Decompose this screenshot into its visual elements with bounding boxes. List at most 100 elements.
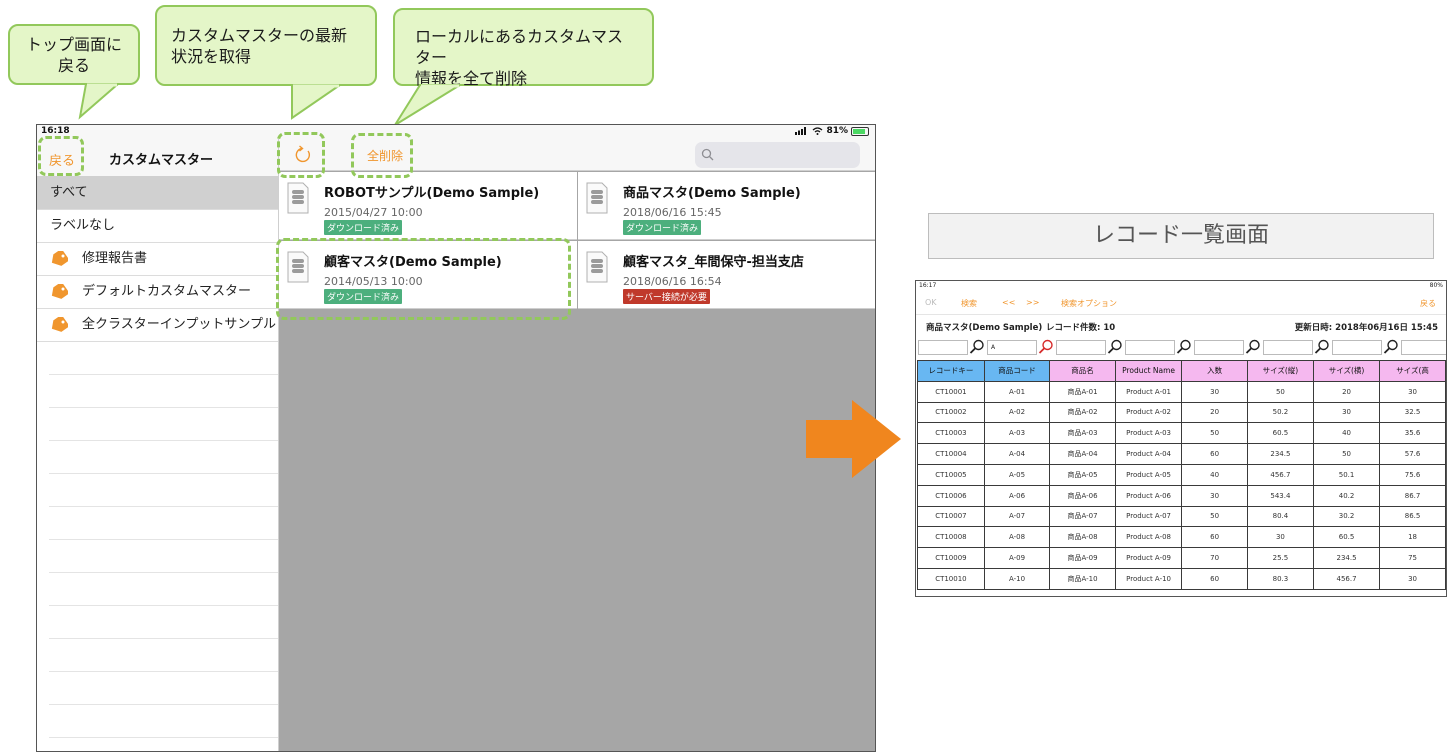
table-row[interactable]: CT10001 A-01 商品A-01 Product A-01 30 50 20 30 <box>917 380 1446 403</box>
table-row[interactable]: CT10002 A-02 商品A-02 Product A-02 20 50.2 30 32.… <box>917 401 1446 424</box>
table-cell: 80.3 <box>1246 567 1314 590</box>
empty-row <box>49 507 278 540</box>
empty-row <box>49 375 278 408</box>
search-button[interactable]: 検索 <box>961 298 977 309</box>
filter-cell <box>918 338 987 358</box>
search-icon[interactable] <box>1176 339 1192 355</box>
table-cell: CT10004 <box>917 443 985 465</box>
table-cell: 30 <box>1312 401 1381 424</box>
filter-input[interactable] <box>1332 340 1382 355</box>
table-cell: 80.4 <box>1246 505 1314 528</box>
table-cell: 50.2 <box>1246 401 1314 424</box>
callout-refresh-tail <box>291 84 344 120</box>
master-card[interactable]: ROBOTサンプル(Demo Sample) 2015/04/27 10:00 … <box>279 172 577 240</box>
empty-row <box>49 705 278 738</box>
table-cell: 86.5 <box>1379 505 1446 528</box>
column-header[interactable]: 商品コード <box>983 360 1051 382</box>
table-row[interactable]: CT10009 A-09 商品A-09 Product A-09 70 25.5 234.5… <box>917 547 1446 569</box>
search-options-button[interactable]: 検索オプション <box>1061 298 1117 309</box>
search-icon[interactable] <box>969 339 985 355</box>
search-icon[interactable] <box>1314 339 1330 355</box>
callout-back: トップ画面に 戻る <box>8 24 140 85</box>
sidebar-item-all[interactable]: すべて <box>37 177 278 210</box>
sidebar-item-unlabeled[interactable]: ラベルなし <box>37 210 278 243</box>
table-cell: 60 <box>1181 567 1248 590</box>
filter-cell <box>1125 338 1194 358</box>
search-icon[interactable] <box>1038 339 1054 355</box>
column-header[interactable]: Product Name <box>1114 360 1183 382</box>
search-icon[interactable] <box>1245 339 1261 355</box>
table-cell: A-02 <box>983 401 1051 424</box>
filter-input[interactable]: A <box>987 340 1037 355</box>
status-badge: ダウンロード済み <box>623 220 702 235</box>
column-header[interactable]: サイズ(横) <box>1312 360 1381 382</box>
filter-input[interactable] <box>1263 340 1313 355</box>
table-cell: 50 <box>1312 443 1381 465</box>
table-cell: 50 <box>1246 380 1314 403</box>
table-cell: 30 <box>1181 484 1248 507</box>
table-cell: 30 <box>1181 380 1248 403</box>
prev-button[interactable]: << <box>1002 298 1015 307</box>
next-button[interactable]: >> <box>1026 298 1039 307</box>
table-cell: 商品A-10 <box>1049 567 1116 590</box>
table-row[interactable]: CT10003 A-03 商品A-03 Product A-03 50 60.5 40 35.… <box>917 422 1446 445</box>
sidebar-item-default-master[interactable]: デフォルトカスタムマスター <box>37 276 278 309</box>
table-row[interactable]: CT10008 A-08 商品A-08 Product A-08 60 30 60.5 18 <box>917 526 1446 549</box>
table-cell: Product A-03 <box>1114 422 1183 445</box>
sidebar-item-cluster-sample[interactable]: 全クラスターインプットサンプル <box>37 309 278 342</box>
table-cell: 商品A-07 <box>1049 505 1116 528</box>
sidebar-item-repair-report[interactable]: 修理報告書 <box>37 243 278 276</box>
master-card[interactable]: 顧客マスタ_年間保守-担当支店 2018/06/16 16:54 サーバー接続が… <box>578 241 875 309</box>
table-row[interactable]: CT10005 A-05 商品A-05 Product A-05 40 456.7 50.1… <box>917 463 1446 486</box>
table-cell: 商品A-05 <box>1049 463 1116 486</box>
status-badge: サーバー接続が必要 <box>623 289 710 304</box>
column-header[interactable]: 入数 <box>1181 360 1248 382</box>
column-header[interactable]: サイズ(高 <box>1379 360 1446 382</box>
search-icon[interactable] <box>1383 339 1399 355</box>
filter-input[interactable] <box>918 340 968 355</box>
table-cell: 商品A-02 <box>1049 401 1116 424</box>
table-cell: Product A-10 <box>1114 567 1183 590</box>
filter-input[interactable] <box>1194 340 1244 355</box>
table-cell: 75 <box>1379 547 1446 569</box>
filter-input[interactable] <box>1056 340 1106 355</box>
filter-input[interactable] <box>1125 340 1175 355</box>
status-time: 16:17 <box>919 282 937 289</box>
table-cell: 40 <box>1312 422 1381 445</box>
tag-icon <box>51 284 68 299</box>
battery-percent: 80% <box>1429 282 1443 289</box>
table-row[interactable]: CT10004 A-04 商品A-04 Product A-04 60 234.5 50 57… <box>917 443 1446 465</box>
search-icon[interactable] <box>1107 339 1123 355</box>
ok-button[interactable]: OK <box>925 298 937 307</box>
record-info: 商品マスタ(Demo Sample) レコード件数: 10 更新日時: 2018… <box>916 315 1446 337</box>
status-bar: 16:18 81% <box>37 125 875 139</box>
table-cell: 商品A-03 <box>1049 422 1116 445</box>
master-card[interactable]: 商品マスタ(Demo Sample) 2018/06/16 15:45 ダウンロ… <box>578 172 875 240</box>
table-row[interactable]: CT10010 A-10 商品A-10 Product A-10 60 80.3 456.7… <box>917 567 1446 590</box>
table-cell: CT10003 <box>917 422 985 445</box>
table-cell: 456.7 <box>1312 567 1381 590</box>
empty-row <box>49 474 278 507</box>
table-cell: 57.6 <box>1379 443 1446 465</box>
empty-row <box>49 540 278 573</box>
arrow-right-icon <box>806 400 901 478</box>
search-field[interactable] <box>695 142 860 168</box>
table-cell: 30 <box>1246 526 1314 549</box>
table-cell: A-01 <box>983 380 1051 403</box>
table-cell: 商品A-06 <box>1049 484 1116 507</box>
table-cell: Product A-09 <box>1114 547 1183 569</box>
filter-input[interactable] <box>1401 340 1446 355</box>
table-cell: 234.5 <box>1312 547 1381 569</box>
column-header[interactable]: 商品名 <box>1049 360 1116 382</box>
sidebar-item-label: 全クラスターインプットサンプル <box>82 317 276 332</box>
table-cell: A-09 <box>983 547 1051 569</box>
table-cell: 商品A-01 <box>1049 380 1116 403</box>
back-button[interactable]: 戻る <box>1420 298 1436 309</box>
updated-time: 更新日時: 2018年06月16日 15:45 <box>1294 323 1438 333</box>
search-input[interactable] <box>721 145 851 165</box>
filter-cell <box>1194 338 1263 358</box>
column-header[interactable]: レコードキー <box>917 360 985 382</box>
table-row[interactable]: CT10006 A-06 商品A-06 Product A-06 30 543.4 40.2… <box>917 484 1446 507</box>
column-header[interactable]: サイズ(縦) <box>1246 360 1314 382</box>
table-row[interactable]: CT10007 A-07 商品A-07 Product A-07 50 80.4 30.2 8… <box>917 505 1446 528</box>
